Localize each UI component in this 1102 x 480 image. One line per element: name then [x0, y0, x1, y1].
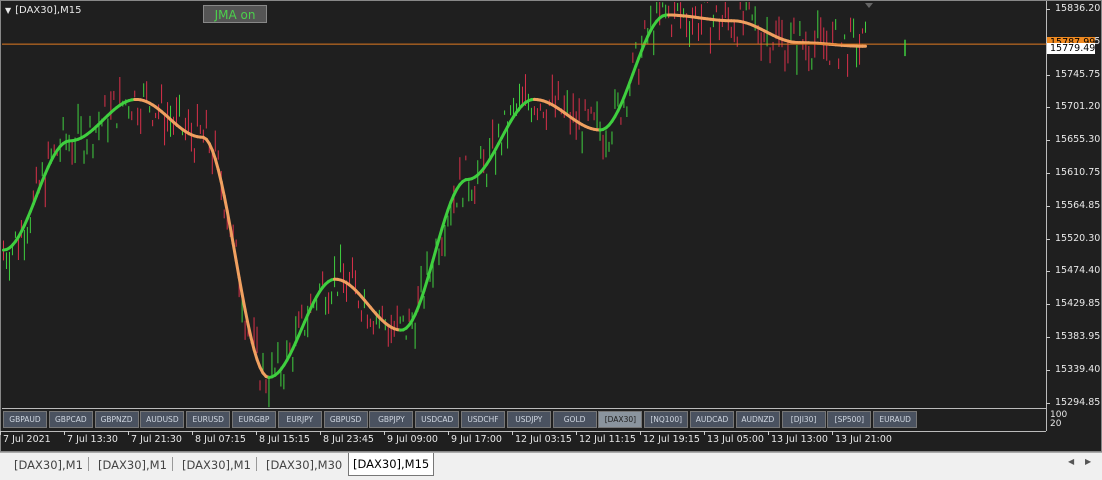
- symbol-title: ▼ [DAX30],M15: [5, 5, 81, 16]
- jma-segment: [236, 261, 239, 278]
- bid-price-tag: 15779.49: [1047, 43, 1095, 54]
- time-tick: 13 Jul 21:00: [835, 434, 892, 445]
- time-tick: 12 Jul 11:15: [579, 434, 636, 445]
- symbol-button-usdchf[interactable]: USDCHF: [461, 411, 505, 428]
- price-tick: 15701.20: [1055, 101, 1100, 112]
- symbol-button-gbpusd[interactable]: GBPUSD: [324, 411, 368, 428]
- scroll-left-icon[interactable]: ◀: [1068, 457, 1074, 466]
- chart-shift-marker-icon[interactable]: [865, 3, 873, 8]
- price-axis: 15836.2015790.6515745.7515701.2015655.30…: [1046, 1, 1102, 431]
- tab-separator: [256, 457, 257, 471]
- chart-tab[interactable]: [DAX30],M30: [262, 455, 346, 475]
- symbol-button-nq100[interactable]: [NQ100]: [644, 411, 688, 428]
- jma-toggle-button[interactable]: JMA on: [203, 5, 267, 23]
- time-tick: 9 Jul 17:00: [451, 434, 502, 445]
- price-tick: 15520.30: [1055, 233, 1100, 244]
- dropdown-triangle-icon[interactable]: ▼: [5, 6, 11, 15]
- price-tick: 15294.85: [1055, 397, 1100, 408]
- price-tick: 15745.75: [1055, 69, 1100, 80]
- symbol-button-dax30[interactable]: [DAX30]: [598, 411, 642, 428]
- price-tick: 15383.95: [1055, 331, 1100, 342]
- time-tick: 13 Jul 13:00: [771, 434, 828, 445]
- symbol-button-gold[interactable]: GOLD: [553, 411, 597, 428]
- time-tick: 7 Jul 13:30: [67, 434, 118, 445]
- price-tick: 15655.30: [1055, 134, 1100, 145]
- jma-segment: [433, 249, 436, 260]
- symbol-button-audnzd[interactable]: AUDNZD: [736, 411, 780, 428]
- time-tick: 7 Jul 2021: [3, 434, 51, 445]
- symbol-button-eurusd[interactable]: EURUSD: [186, 411, 230, 428]
- symbol-button-gbpcad[interactable]: GBPCAD: [49, 411, 93, 428]
- time-axis: 7 Jul 2021 7 Jul 13:30 7 Jul 21:30 8 Jul 07…: [1, 431, 1046, 452]
- chart-tab[interactable]: [DAX30],M1: [10, 455, 87, 475]
- symbol-button-dji30[interactable]: [DJI30]: [782, 411, 826, 428]
- chart-tab[interactable]: [DAX30],M1: [94, 455, 171, 475]
- chart-window[interactable]: ▼[DAX30],M15 JMA on 15836.2015790.651574…: [0, 0, 1102, 452]
- time-tick: 8 Jul 23:45: [323, 434, 374, 445]
- symbol-button-gbpjpy[interactable]: GBPJPY: [369, 411, 413, 428]
- symbol-button-audcad[interactable]: AUDCAD: [690, 411, 734, 428]
- symbol-button-audusd[interactable]: AUDUSD: [140, 411, 184, 428]
- chart-tab[interactable]: [DAX30],M15: [348, 453, 434, 476]
- price-tick: 15564.85: [1055, 200, 1100, 211]
- sub-axis-tick-20: 20: [1050, 419, 1061, 429]
- time-tick: 8 Jul 15:15: [259, 434, 310, 445]
- price-tick: 15474.40: [1055, 265, 1100, 276]
- price-tick: 15429.85: [1055, 298, 1100, 309]
- tab-separator: [88, 457, 89, 471]
- symbol-button-sp500[interactable]: [SP500]: [827, 411, 871, 428]
- time-tick: 8 Jul 07:15: [195, 434, 246, 445]
- tab-separator: [172, 457, 173, 471]
- time-tick: 9 Jul 09:00: [387, 434, 438, 445]
- price-tick: 15836.20: [1055, 3, 1100, 14]
- price-bars: [3, 2, 865, 407]
- scroll-right-icon[interactable]: ▶: [1085, 457, 1091, 466]
- symbol-button-usdjpy[interactable]: USDJPY: [507, 411, 551, 428]
- price-plot[interactable]: [2, 2, 1046, 408]
- symbol-button-gbpnzd[interactable]: GBPNZD: [95, 411, 139, 428]
- jma-line: [3, 15, 865, 377]
- symbol-button-gbpaud[interactable]: GBPAUD: [3, 411, 47, 428]
- price-tick: 15339.40: [1055, 364, 1100, 375]
- symbol-button-eurgbp[interactable]: EURGBP: [232, 411, 276, 428]
- symbol-button-euraud[interactable]: EURAUD: [873, 411, 917, 428]
- time-tick: 7 Jul 21:30: [131, 434, 182, 445]
- jma-segment: [224, 196, 227, 211]
- symbol-button-eurjpy[interactable]: EURJPY: [278, 411, 322, 428]
- jma-segment: [215, 159, 218, 170]
- time-tick: 12 Jul 03:15: [515, 434, 572, 445]
- jma-segment: [424, 281, 427, 291]
- price-tick: 15610.75: [1055, 167, 1100, 178]
- time-tick: 12 Jul 19:15: [643, 434, 700, 445]
- chart-tabs-bar: ◀ ▶ [DAX30],M1 [DAX30],M1 [DAX30],M1 [DAX30…: [0, 452, 1102, 480]
- symbol-title-text: [DAX30],M15: [15, 5, 81, 16]
- time-tick: 13 Jul 05:00: [707, 434, 764, 445]
- symbol-button-usdcad[interactable]: USDCAD: [415, 411, 459, 428]
- chart-tab[interactable]: [DAX30],M1: [178, 455, 255, 475]
